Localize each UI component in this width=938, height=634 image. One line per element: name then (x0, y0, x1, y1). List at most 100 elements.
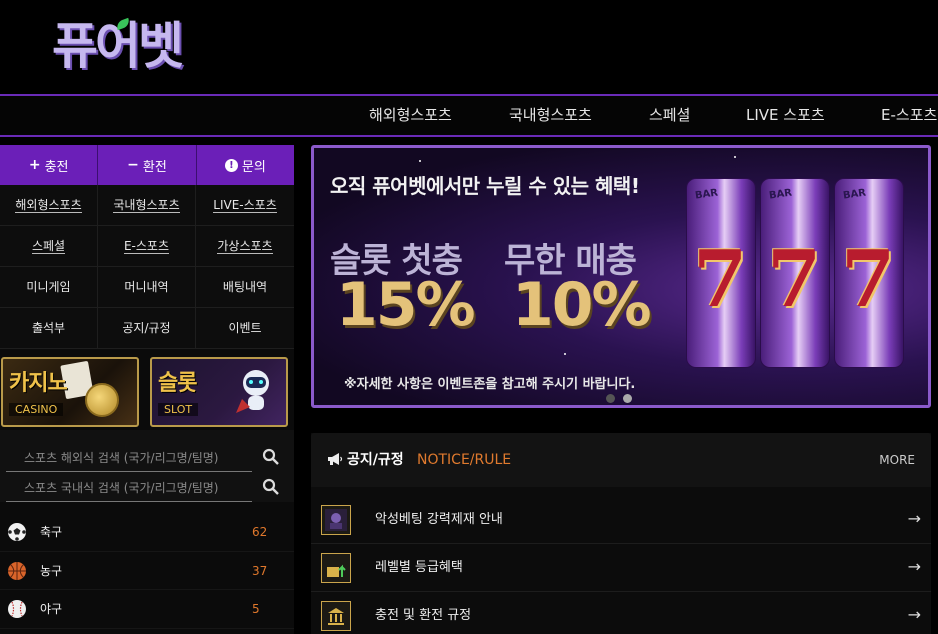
robot-icon (236, 370, 269, 413)
menu-item-bet-history[interactable]: 배팅내역 (196, 267, 294, 308)
notice-thumbnail (321, 553, 351, 583)
baseball-icon (8, 600, 26, 618)
notice-text: 충전 및 환전 규정 (375, 608, 472, 623)
sport-item-baseball[interactable]: 야구 5 (0, 590, 294, 629)
promo-headline: 오직 퓨어벳에서만 누릴 수 있는 혜택! (330, 174, 640, 198)
menu-label: LIVE-스포츠 (213, 198, 277, 213)
menu-item-domestic-sports[interactable]: 국내형스포츠 (98, 185, 196, 226)
reel-bar-label: BAR (694, 187, 719, 202)
carousel-dot-2[interactable] (623, 394, 632, 403)
menu-label: E-스포츠 (123, 239, 170, 254)
promo-note: ※자세한 사항은 이벤트존을 참고해 주시기 바랍니다. (344, 377, 636, 392)
plus-icon: + (28, 157, 41, 173)
domestic-search-input[interactable] (6, 474, 252, 502)
soccer-ball-icon (8, 523, 26, 541)
sport-name: 축구 (40, 525, 63, 539)
sport-name: 농구 (40, 563, 63, 578)
notice-text: 레벨별 등급혜택 (375, 560, 463, 575)
notice-title-en: NOTICE/RULE (417, 452, 512, 468)
sport-count: 62 (252, 525, 268, 539)
menu-grid: 해외형스포츠 국내형스포츠 LIVE-스포츠 스페셜 E-스포츠 가상스포츠 미… (0, 185, 294, 349)
topnav-item-overseas-sports[interactable]: 해외형스포츠 (369, 96, 452, 135)
menu-item-special[interactable]: 스페셜 (0, 226, 98, 267)
notice-row[interactable]: 악성베팅 강력제재 안내 → (311, 496, 931, 544)
notice-thumbnail (321, 505, 351, 535)
overseas-search-input[interactable] (6, 444, 252, 472)
notice-panel: 공지/규정 NOTICE/RULE MORE 악성베팅 강력제재 안내 → 레벨… (311, 433, 931, 634)
reel-seven-symbol: 7 (841, 234, 896, 325)
arrow-right-icon: → (907, 605, 921, 624)
menu-item-events[interactable]: 이벤트 (196, 308, 294, 349)
inquiry-label: 문의 (241, 159, 266, 175)
notice-title: 공지/규정 (347, 452, 404, 468)
casino-banner-title: 카지노 (9, 371, 68, 396)
search-icon[interactable] (262, 478, 280, 496)
promo-percent-slot-first: 15% (336, 270, 476, 340)
sports-search (0, 430, 294, 502)
slot-banner[interactable]: 슬롯 SLOT (150, 357, 288, 427)
menu-item-esports[interactable]: E-스포츠 (98, 226, 196, 267)
menu-label: 국내형스포츠 (113, 198, 180, 213)
sport-name: 야구 (40, 602, 63, 616)
bank-icon (325, 605, 347, 627)
menu-label: 머니내역 (124, 280, 169, 294)
menu-label: 가상스포츠 (217, 239, 273, 254)
header: 퓨어벳 (0, 0, 938, 94)
menu-item-live-sports[interactable]: LIVE-스포츠 (196, 185, 294, 226)
notice-header: 공지/규정 NOTICE/RULE MORE (311, 433, 931, 487)
warning-figure-icon (325, 509, 347, 531)
menu-item-notice-rules[interactable]: 공지/규정 (98, 308, 196, 349)
reel-seven-symbol: 7 (767, 234, 822, 325)
topnav-item-special[interactable]: 스페셜 (649, 96, 690, 135)
domestic-search-row (6, 474, 286, 502)
topnav-item-esports[interactable]: E-스포츠 (881, 96, 937, 135)
slot-banner-title: 슬롯 (158, 371, 197, 396)
arrow-right-icon: → (907, 557, 921, 576)
overseas-search-row (6, 444, 286, 472)
deposit-label: 충전 (44, 159, 69, 175)
notice-more-link[interactable]: MORE (879, 433, 915, 487)
menu-item-money-history[interactable]: 머니내역 (98, 267, 196, 308)
slot-reel: BAR 7 (686, 178, 756, 368)
slot-reel: BAR 7 (760, 178, 830, 368)
topnav-item-domestic-sports[interactable]: 국내형스포츠 (509, 96, 592, 135)
notice-row[interactable]: 레벨별 등급혜택 → (311, 544, 931, 592)
sport-count: 37 (252, 563, 268, 578)
reel-bar-label: BAR (768, 187, 793, 202)
menu-label: 공지/규정 (122, 321, 171, 335)
sparkle-decoration (734, 156, 736, 158)
top-navigation: 해외형스포츠 국내형스포츠 스페셜 LIVE 스포츠 E-스포츠 (0, 94, 938, 137)
sport-item-soccer[interactable]: 축구 62 (0, 513, 294, 552)
carousel-dots (606, 388, 640, 405)
notice-text: 악성베팅 강력제재 안내 (375, 512, 503, 527)
reel-bar-label: BAR (842, 187, 867, 202)
topnav-item-live-sports[interactable]: LIVE 스포츠 (746, 96, 825, 135)
sport-count: 5 (252, 602, 260, 616)
megaphone-icon (328, 453, 343, 465)
sport-item-basketball[interactable]: 농구 37 (0, 551, 294, 590)
promo-banner[interactable]: 오직 퓨어벳에서만 누릴 수 있는 혜택! 슬롯 첫충 무한 매충 15% 10… (311, 145, 931, 408)
casino-banner[interactable]: 카지노 CASINO (1, 357, 139, 427)
reel-seven-symbol: 7 (693, 234, 748, 325)
withdraw-label: 환전 (142, 159, 167, 175)
search-icon[interactable] (262, 448, 280, 466)
withdraw-button[interactable]: − 환전 (98, 145, 197, 185)
menu-item-overseas-sports[interactable]: 해외형스포츠 (0, 185, 98, 226)
menu-item-minigame[interactable]: 미니게임 (0, 267, 98, 308)
deposit-button[interactable]: + 충전 (0, 145, 99, 185)
coin-icon (85, 383, 119, 417)
menu-item-virtual-sports[interactable]: 가상스포츠 (196, 226, 294, 267)
level-up-icon (325, 557, 347, 579)
menu-item-attendance[interactable]: 출석부 (0, 308, 98, 349)
menu-label: 해외형스포츠 (15, 198, 82, 213)
menu-label: 출석부 (31, 321, 66, 335)
inquiry-button[interactable]: ! 문의 (196, 145, 294, 185)
action-tabs: + 충전 − 환전 ! 문의 (0, 145, 294, 185)
slot-banner-subtitle: SLOT (158, 403, 199, 416)
notice-thumbnail (321, 601, 351, 631)
notice-row[interactable]: 충전 및 환전 규정 → (311, 592, 931, 634)
info-icon: ! (224, 158, 238, 172)
basketball-icon (8, 561, 26, 580)
carousel-dot-1[interactable] (606, 394, 615, 403)
menu-label: 이벤트 (228, 321, 262, 335)
